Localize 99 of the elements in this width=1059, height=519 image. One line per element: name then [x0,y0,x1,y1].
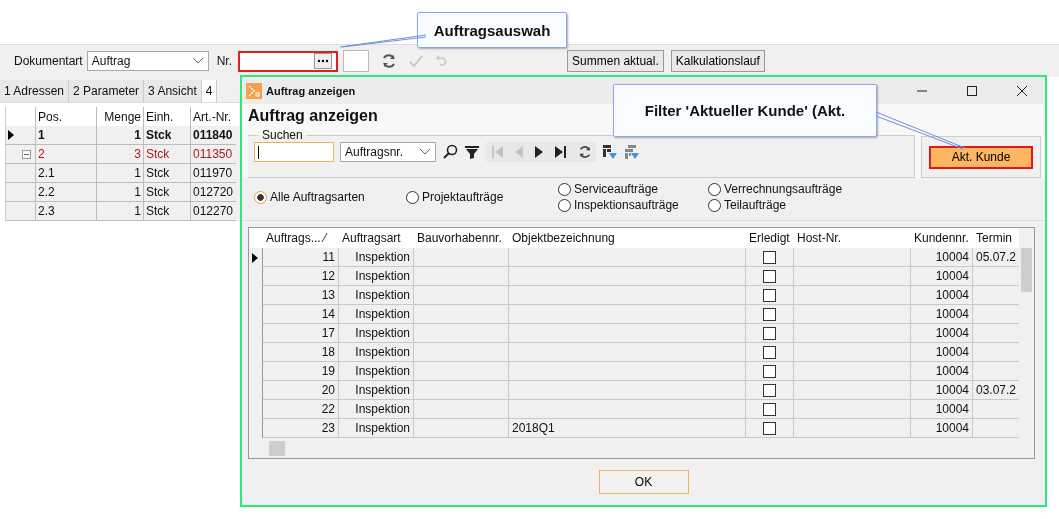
table-cell: Inspektion [339,381,414,400]
table-cell: 10004 [911,343,973,362]
table-cell: 19 [263,362,339,381]
table-cell: 10004 [911,267,973,286]
checkbox[interactable] [763,288,776,302]
number-label: Nr. [216,54,233,68]
last-record-icon[interactable] [554,145,568,159]
search-field[interactable] [254,142,334,162]
table-cell: Inspektion [339,248,414,267]
table-cell: Inspektion [339,343,414,362]
callout: Auftragsauswah [417,12,567,48]
ellipsis-icon[interactable] [317,59,330,63]
table-cell: 12 [263,267,339,286]
refresh-icon[interactable] [381,53,398,69]
tab[interactable]: 1 Adressen [0,80,70,102]
radio-option[interactable]: Teilaufträge [708,198,843,212]
table-cell: 10004 [911,362,973,381]
checkbox[interactable] [763,402,776,416]
table-cell: Inspektion [339,324,414,343]
table-cell: 23 [263,419,339,438]
checkbox[interactable] [763,383,776,397]
doctype-dropdown[interactable]: Auftrag [86,51,209,71]
table-cell: 22 [263,400,339,419]
column-header[interactable]: Objektbezeichnung [509,228,746,248]
radio-option[interactable]: Alle Auftragsarten [254,190,406,204]
table-cell: 10004 [911,419,973,438]
table-filter-icon[interactable] [602,144,618,160]
table-cell [18,202,36,221]
column-header[interactable]: Auftrags... ⁄ [263,228,339,248]
radio-option[interactable]: Projektaufträge [406,190,558,204]
table-cell: 14 [263,305,339,324]
browse-button[interactable] [314,53,333,69]
radio-option[interactable]: Inspektionsaufträge [558,198,708,212]
table-cell: Inspektion [339,419,414,438]
check-icon[interactable] [409,54,424,68]
number-field[interactable] [238,50,339,72]
app-icon [246,82,262,99]
column-header[interactable]: Host-Nr. [794,228,911,248]
table-cell: 11 [263,248,339,267]
table-cell: 10004 [911,248,973,267]
column-header[interactable]: Auftragsart [339,228,414,248]
doctype-label: Dokumentart [14,54,83,68]
table-cell: 13 [263,286,339,305]
current-customer-button[interactable]: Akt. Kunde [929,145,1033,169]
collapse-icon[interactable] [22,149,31,159]
row-header[interactable] [249,248,263,267]
table-cell: 10004 [911,305,973,324]
filter-icon[interactable] [464,144,480,160]
current-row-icon [8,130,14,140]
next-record-icon[interactable] [534,145,544,159]
refresh-icon[interactable] [578,145,592,159]
table-cell: 18 [263,343,339,362]
callout: Filter 'Aktueller Kunde' (Akt. [613,84,877,137]
table-cell: 10004 [911,286,973,305]
tab[interactable]: 3 Ansicht [144,80,202,102]
column-header[interactable]: Bauvorhabennr. [414,228,509,248]
checkbox[interactable] [763,345,776,359]
calculation-button[interactable]: Kalkulationslauf [670,50,765,72]
radio-option[interactable]: Verrechnungsaufträge [708,182,843,196]
table-cell: 10004 [911,381,973,400]
search-group-label: Suchen [261,128,304,142]
tab[interactable]: 2 Parameter [69,80,145,102]
table-cell: Inspektion [339,362,414,381]
column-header[interactable]: Erledigt [746,228,794,248]
table-cell: Inspektion [339,267,414,286]
table-cell: 10004 [911,324,973,343]
search-icon[interactable] [442,144,458,160]
column-header: Art.-Nr. [192,108,232,126]
number-suffix-field[interactable] [343,50,370,72]
table-cell: 012270 [191,202,236,221]
table-cell: Stck [144,202,191,221]
checkbox[interactable] [763,269,776,283]
search-field-dropdown[interactable]: Auftragsnr. [340,142,436,162]
checkbox[interactable] [763,307,776,321]
window-title: Auftrag anzeigen [266,84,356,97]
chevron-down-icon[interactable] [419,148,431,156]
column-header[interactable]: Termin [973,228,1019,248]
table-cell: Inspektion [339,286,414,305]
table-cell: Inspektion [339,400,414,419]
chevron-down-icon[interactable] [191,57,204,65]
update-totals-button[interactable]: Summen aktual. [567,50,664,72]
radio-option[interactable]: Serviceaufträge [558,182,708,196]
dialog-heading: Auftrag anzeigen [248,107,378,125]
checkbox[interactable] [763,326,776,340]
table-cell: 10004 [911,400,973,419]
maximize-icon[interactable] [966,84,978,97]
table-cell: 20 [263,381,339,400]
table-cell: 2.3 [36,202,97,221]
checkbox[interactable] [763,364,776,378]
checkbox[interactable] [763,421,776,435]
current-row-icon [252,252,258,263]
column-header[interactable]: Kundennr. [911,228,973,248]
checkbox[interactable] [763,250,776,264]
table-cell: 1 [97,202,144,221]
close-icon[interactable] [1016,84,1028,97]
ok-button[interactable]: OK [598,470,689,494]
table-cell: 17 [263,324,339,343]
table-cell: Inspektion [339,305,414,324]
table-cell: 2018Q1 [509,419,746,438]
